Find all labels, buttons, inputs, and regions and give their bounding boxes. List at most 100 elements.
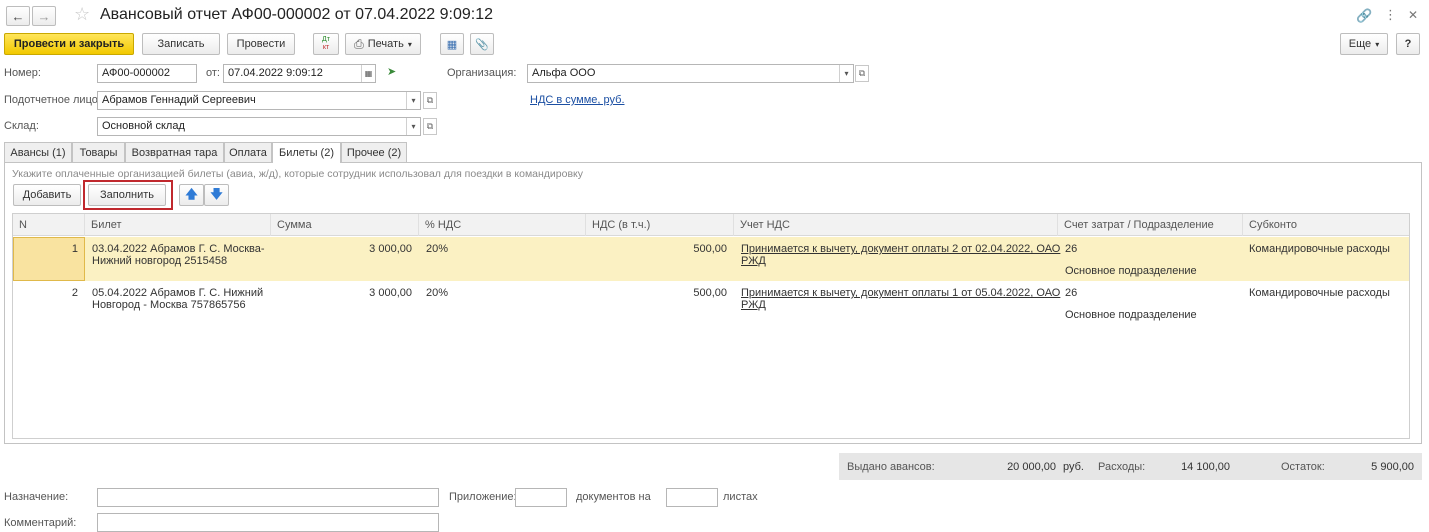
advances-value: 20 000,00 [1007,461,1056,473]
vat-sum-value: 500,00 [693,287,727,299]
more-button[interactable]: Еще ▾ [1340,33,1388,55]
back-button[interactable]: ← [6,6,30,26]
open-icon[interactable]: ⧉ [423,118,437,135]
department-value: Основное подразделение [1065,309,1197,321]
forward-button[interactable]: → [32,6,56,26]
tab-goods[interactable]: Товары [72,142,125,162]
paperclip-icon: 📎 [475,38,489,51]
subconto-value: Командировочные расходы [1249,243,1390,255]
currency-label: руб. [1063,461,1084,473]
ticket-line1: 05.04.2022 Абрамов Г. С. Нижний [92,287,264,299]
column-header-account[interactable]: Счет затрат / Подразделение [1058,214,1243,236]
more-vert-icon[interactable]: ⋮ [1384,7,1397,23]
column-header-vat-sum[interactable]: НДС (в т.ч.) [586,214,734,236]
arrow-right-icon: → [37,8,51,24]
person-label: Подотчетное лицо: [4,94,101,106]
tab-other[interactable]: Прочее (2) [341,142,407,162]
close-icon[interactable]: ✕ [1408,8,1418,22]
row-number: 1 [71,243,78,255]
number-label: Номер: [4,67,41,79]
account-value: 26 [1065,287,1078,299]
account-value: 26 [1065,243,1078,255]
add-button[interactable]: Добавить [13,184,81,206]
documents-label: документов на [576,491,651,503]
attachment-label: Приложение: [449,491,517,503]
column-header-n[interactable]: N [13,214,85,236]
balance-label: Остаток: [1281,461,1325,473]
chevron-down-icon: ▾ [1375,39,1380,49]
link-icon[interactable]: 🔗 [1356,8,1372,24]
department-value: Основное подразделение [1065,265,1197,277]
star-icon[interactable]: ☆ [74,4,90,25]
warehouse-value: Основной склад [102,120,185,132]
open-icon[interactable]: ⧉ [855,65,869,82]
date-field[interactable]: 07.04.2022 9:09:12 ▦ [223,64,376,83]
sum-value: 3 000,00 [369,243,412,255]
date-label: от: [206,67,220,79]
post-and-close-button[interactable]: Провести и закрыть [4,33,134,55]
sum-value: 3 000,00 [369,287,412,299]
tab-payment[interactable]: Оплата [224,142,272,162]
purpose-label: Назначение: [4,491,69,503]
structure-icon: ▦ [446,38,458,51]
sheets-label: листах [723,491,758,503]
arrow-up-icon: 🡅 [185,186,198,201]
vat-sum-value: 500,00 [693,243,727,255]
vat-accounting-link-cont[interactable]: РЖД [741,299,766,311]
sheets-count-field[interactable] [666,488,718,507]
warehouse-field[interactable]: Основной склад ▾ [97,117,421,136]
chevron-down-icon[interactable]: ▾ [406,92,420,109]
more-label: Еще [1348,38,1372,50]
tab-advances[interactable]: Авансы (1) [4,142,72,162]
report-button[interactable]: ▦ [440,33,464,55]
comment-field[interactable] [97,513,439,532]
fill-button[interactable]: Заполнить [88,184,166,206]
vat-accounting-link[interactable]: Принимается к вычету, документ оплаты 2 … [741,243,1060,255]
save-button[interactable]: Записать [142,33,220,55]
attach-button[interactable]: 📎 [470,33,494,55]
vat-accounting-link[interactable]: Принимается к вычету, документ оплаты 1 … [741,287,1060,299]
arrow-down-icon: 🡇 [210,186,223,201]
column-header-ticket[interactable]: Билет [85,214,271,236]
advances-label: Выдано авансов: [847,461,935,473]
number-field[interactable]: АФ00-000002 [97,64,197,83]
window-title: Авансовый отчет АФ00-000002 от 07.04.202… [100,6,494,23]
comment-label: Комментарий: [4,517,77,529]
open-icon[interactable]: ⧉ [423,92,437,109]
print-label: Печать [367,38,404,50]
tab-returnable-packaging[interactable]: Возвратная тара [125,142,224,162]
column-header-vat-rate[interactable]: % НДС [419,214,586,236]
column-header-sum[interactable]: Сумма [271,214,419,236]
dtkt-icon-bottom: кт [322,44,330,51]
person-field[interactable]: Абрамов Геннадий Сергеевич ▾ [97,91,421,110]
date-value: 07.04.2022 9:09:12 [228,67,323,79]
panel-hint: Укажите оплаченные организацией билеты (… [12,168,584,180]
help-button[interactable]: ? [1396,33,1420,55]
ticket-line2: Новгород - Москва 757865756 [92,299,246,311]
calendar-icon[interactable]: ▦ [361,65,375,82]
move-down-button[interactable]: 🡇 [204,184,229,206]
chevron-down-icon[interactable]: ▾ [406,118,420,135]
organization-field[interactable]: Альфа ООО ▾ [527,64,854,83]
column-header-vat-accounting[interactable]: Учет НДС [734,214,1058,236]
move-up-button[interactable]: 🡅 [179,184,204,206]
dtkt-button[interactable]: Дт кт [313,33,339,55]
post-button[interactable]: Провести [227,33,295,55]
ticket-line2: Нижний новгород 2515458 [92,255,228,267]
print-button[interactable]: ⎙ Печать ▾ [345,33,421,55]
go-icon[interactable]: ➤ [387,65,396,78]
chevron-down-icon[interactable]: ▾ [839,65,853,82]
dtkt-icon: Дт [322,36,330,43]
vat-amount-link[interactable]: НДС в сумме, руб. [530,94,625,106]
purpose-field[interactable] [97,488,439,507]
column-header-subconto[interactable]: Субконто [1243,214,1409,236]
tab-tickets[interactable]: Билеты (2) [272,142,341,163]
attachment-count-field[interactable] [515,488,567,507]
organization-label: Организация: [447,67,517,79]
arrow-left-icon: ← [11,8,25,24]
vat-rate-value: 20% [426,287,449,299]
organization-value: Альфа ООО [532,67,596,79]
person-value: Абрамов Геннадий Сергеевич [102,94,256,106]
vat-accounting-link-cont[interactable]: РЖД [741,255,766,267]
expenses-value: 14 100,00 [1181,461,1230,473]
